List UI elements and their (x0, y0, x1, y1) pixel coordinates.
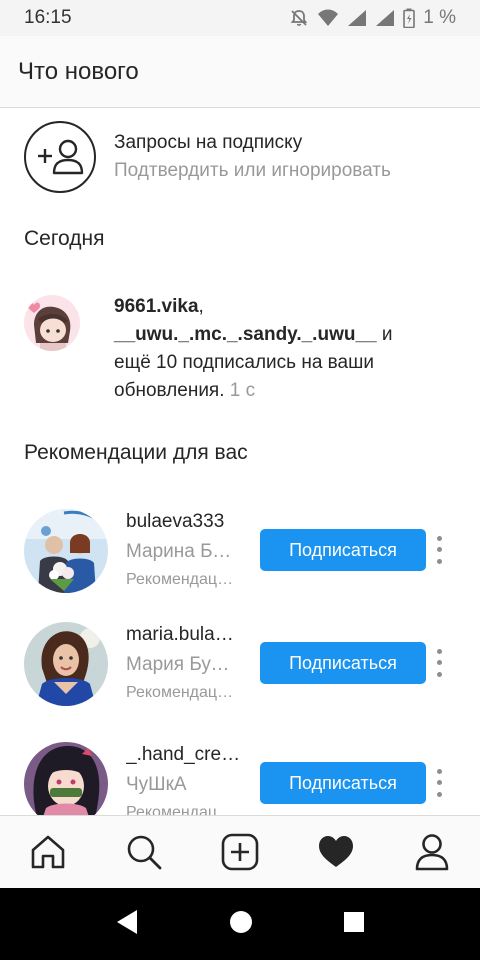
battery-percent: 1 % (423, 7, 456, 28)
suggestion-row[interactable]: maria.bulaeva Мария Булаева Рекомендации… (24, 622, 464, 712)
status-bar: 16:15 1 % (0, 0, 480, 36)
avatar[interactable] (24, 295, 80, 351)
follow-requests-title: Запросы на подписку (114, 132, 303, 153)
home-icon[interactable] (18, 822, 78, 882)
signal-icon (347, 9, 367, 27)
suggestion-row[interactable]: bulaeva333 Марина Булаева Рекомендации д… (24, 509, 464, 599)
status-time: 16:15 (24, 7, 72, 28)
home-button-icon[interactable] (229, 910, 253, 939)
suggestion-note: Рекомендации для вас (126, 571, 238, 588)
status-icons: 1 % (289, 7, 456, 29)
back-icon[interactable] (115, 909, 139, 940)
section-title-today: Сегодня (24, 227, 105, 250)
section-title-suggestions: Рекомендации для вас (24, 441, 248, 464)
activity-heart-icon[interactable] (306, 822, 366, 882)
recents-icon[interactable] (343, 911, 365, 938)
suggestion-row[interactable]: _.hand_creator ЧуШкА Рекомендации для ва… (24, 742, 464, 815)
activity-header: Что нового (0, 36, 480, 108)
suggestion-fullname: Мария Булаева (126, 654, 238, 675)
follow-button[interactable]: Подписаться (260, 762, 426, 804)
notifications-off-icon (289, 8, 309, 28)
activity-feed[interactable]: Запросы на подписку Подтвердить или игно… (0, 109, 480, 815)
activity-separator: , (198, 296, 204, 317)
suggestion-fullname: Марина Булаева (126, 541, 238, 562)
suggestion-note: Рекомендации для вас (126, 804, 238, 815)
search-icon[interactable] (114, 822, 174, 882)
activity-timestamp: 1 с (229, 380, 256, 401)
follow-button[interactable]: Подписаться (260, 529, 426, 571)
more-options-icon[interactable] (430, 766, 448, 800)
bottom-navigation (0, 815, 480, 888)
signal-icon (375, 9, 395, 27)
avatar[interactable] (24, 622, 108, 706)
wifi-icon (317, 9, 339, 27)
battery-icon (403, 8, 416, 28)
activity-user-2[interactable]: __uwu._.mc._.sandy._.uwu__ (114, 324, 377, 345)
suggestion-username[interactable]: bulaeva333 (126, 511, 244, 533)
profile-icon[interactable] (402, 822, 462, 882)
suggestion-fullname: ЧуШкА (126, 774, 187, 795)
suggestion-username[interactable]: _.hand_creator (126, 744, 244, 766)
more-options-icon[interactable] (430, 533, 448, 567)
avatar[interactable] (24, 742, 108, 815)
new-post-icon[interactable] (210, 822, 270, 882)
add-person-icon (24, 121, 96, 193)
follow-requests-subtitle: Подтвердить или игнорировать (114, 160, 391, 181)
activity-item[interactable]: 9661.vika, __uwu._.mc._.sandy._.uwu__ и … (24, 293, 464, 405)
follow-button[interactable]: Подписаться (260, 642, 426, 684)
suggestion-username[interactable]: maria.bulaeva (126, 624, 244, 646)
more-options-icon[interactable] (430, 646, 448, 680)
avatar[interactable] (24, 509, 108, 593)
follow-requests-row[interactable]: Запросы на подписку Подтвердить или игно… (24, 119, 464, 195)
suggestion-note: Рекомендации для вас (126, 684, 238, 701)
activity-user-1[interactable]: 9661.vika (114, 296, 199, 317)
activity-text: 9661.vika, __uwu._.mc._.sandy._.uwu__ и … (114, 293, 414, 405)
page-title: Что нового (18, 57, 139, 85)
system-navigation-bar (0, 888, 480, 960)
